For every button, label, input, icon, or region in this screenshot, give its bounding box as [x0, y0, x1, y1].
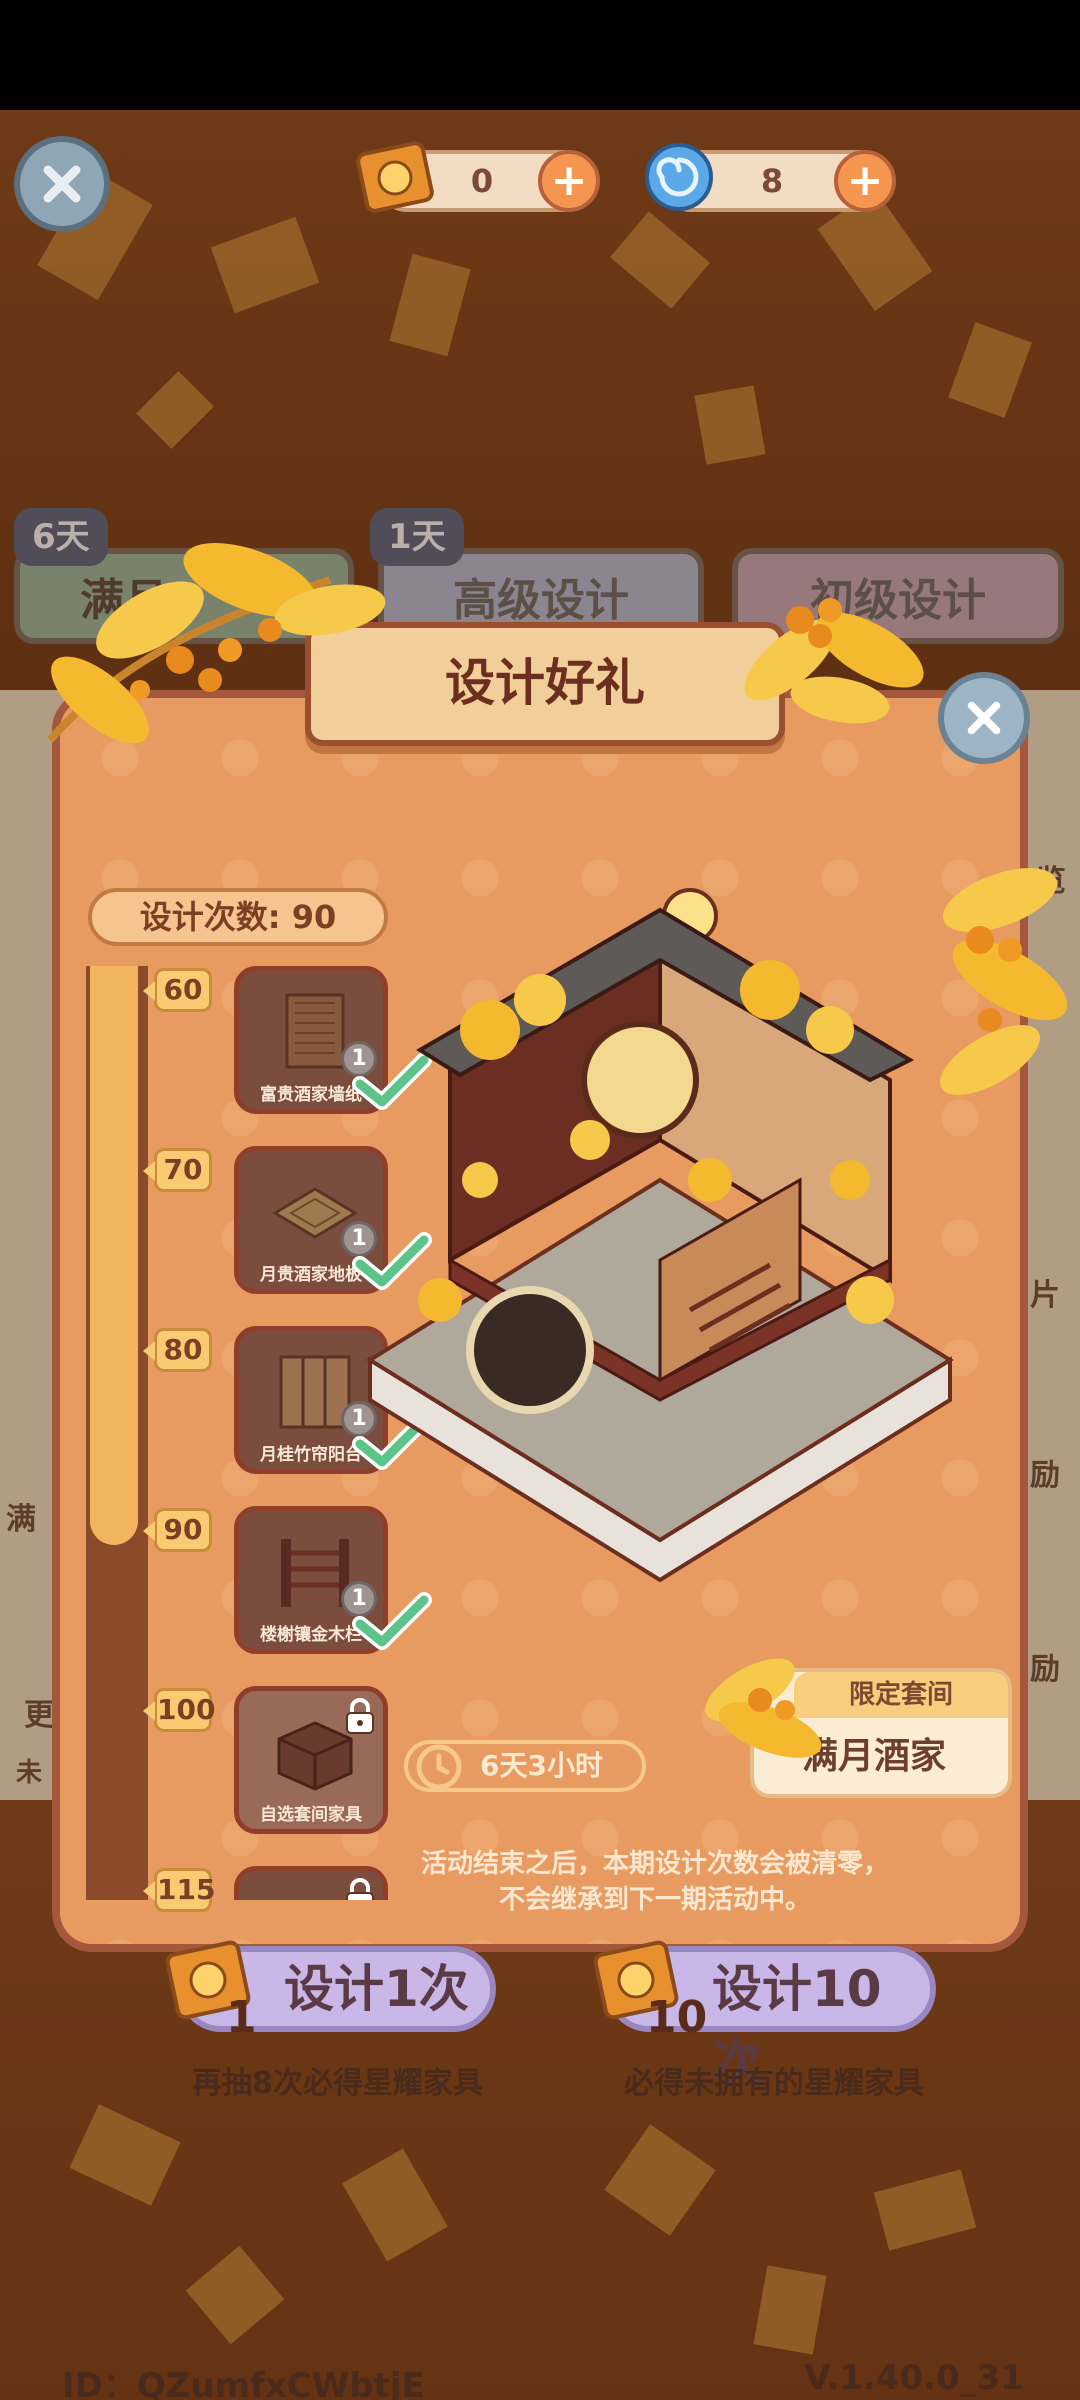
add-gem-button[interactable]: + — [834, 150, 896, 212]
close-icon — [967, 701, 1001, 735]
osmanthus-decoration — [744, 598, 924, 724]
gem-currency: 8 + — [645, 143, 896, 212]
ticket-icon — [356, 141, 434, 213]
tier-threshold: 60 — [143, 968, 212, 1012]
version-label: V.1.40.0_31 — [804, 2358, 1024, 2398]
timer-text: 6天3小时 — [480, 1749, 603, 1782]
notice-line: 不会继承到下一期活动中。 — [498, 1885, 811, 1915]
tier-threshold: 90 — [143, 1508, 212, 1552]
tier-threshold: 80 — [143, 1328, 212, 1372]
osmanthus-decoration — [46, 543, 386, 744]
osmanthus-decoration — [940, 868, 1068, 1095]
event-timer: 6天3小时 — [404, 1740, 646, 1792]
osmanthus-decoration — [705, 1658, 822, 1758]
reward-name: 自选套间家具 — [260, 1805, 362, 1825]
swirl-gem-icon — [645, 143, 713, 211]
draw-hint: 再抽8次必得星耀家具 — [192, 2066, 483, 2101]
ticket-currency: 0 + — [356, 141, 600, 213]
tier-threshold: 70 — [143, 1148, 212, 1192]
gem-count: 8 — [760, 162, 784, 200]
notice-line: 活动结束之后，本期设计次数会被清零， — [420, 1849, 889, 1879]
draw-cost: 10 — [646, 1992, 708, 2043]
draw-hint: 必得未拥有的星耀家具 — [624, 2066, 924, 2101]
tier-threshold: 115 — [143, 1868, 215, 1912]
clock-icon — [416, 1744, 462, 1790]
close-modal-button[interactable] — [938, 672, 1030, 764]
full-moon-tavern-illustration — [366, 888, 954, 1583]
design-once-button[interactable]: 1 设计1次 — [165, 1940, 496, 2043]
draw-label: 设计1次 — [284, 1960, 469, 2018]
lock-icon — [346, 1698, 374, 1734]
add-ticket-button[interactable]: + — [538, 150, 600, 212]
reset-notice: 活动结束之后，本期设计次数会被清零， 不会继承到下一期活动中。 — [330, 1846, 980, 1918]
progress-fill — [90, 966, 138, 1545]
ticket-count: 0 — [470, 162, 494, 200]
player-id: ID：QZumfxCWbtjE — [62, 2366, 425, 2400]
reward-item[interactable]: 自选套间家具 — [234, 1686, 388, 1834]
draw-cost: 1 — [226, 1992, 257, 2043]
close-page-button[interactable] — [14, 136, 110, 232]
status-bar — [0, 0, 1080, 110]
tier-threshold: 100 — [143, 1688, 215, 1732]
close-icon — [43, 165, 81, 203]
design-ten-times-button[interactable]: 10 设计10次 — [593, 1940, 936, 2092]
